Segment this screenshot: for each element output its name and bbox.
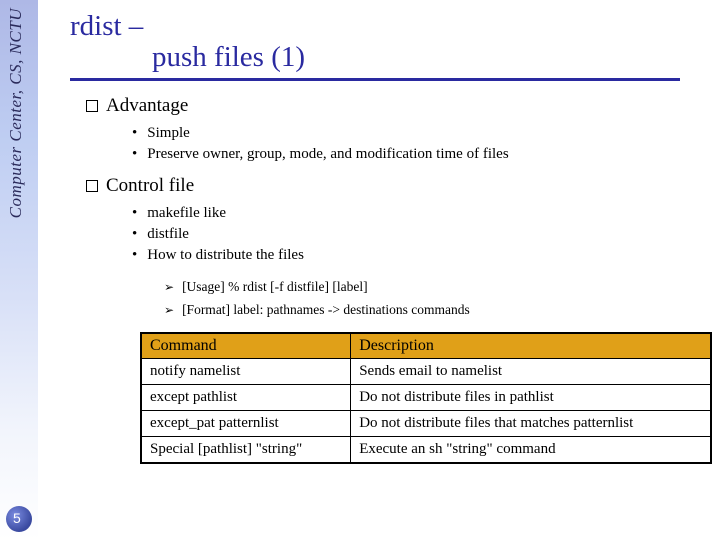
page-number: 5 xyxy=(13,510,21,526)
title-underline xyxy=(70,78,680,81)
slide-title-line1: rdist – xyxy=(70,10,702,43)
list-item: How to distribute the files xyxy=(132,245,702,266)
section-label: Advantage xyxy=(106,95,188,116)
table-cell: Execute an sh "string" command xyxy=(351,436,711,463)
checkbox-icon xyxy=(86,100,98,112)
slide-title-line2: push files (1) xyxy=(152,41,702,74)
section-heading-controlfile: Control file xyxy=(86,175,702,197)
table-row: Special [pathlist] "string" Execute an s… xyxy=(141,436,711,463)
command-table: Command Description notify namelist Send… xyxy=(140,332,712,464)
table-cell: Special [pathlist] "string" xyxy=(141,436,351,463)
table-header-command: Command xyxy=(141,333,351,359)
table-header-description: Description xyxy=(351,333,711,359)
checkbox-icon xyxy=(86,180,98,192)
section-heading-advantage: Advantage xyxy=(86,95,702,117)
table-row: notify namelist Sends email to namelist xyxy=(141,358,711,384)
table-row: except_pat patternlist Do not distribute… xyxy=(141,410,711,436)
table-cell: notify namelist xyxy=(141,358,351,384)
table-cell: Do not distribute files in pathlist xyxy=(351,384,711,410)
list-item: Preserve owner, group, mode, and modific… xyxy=(132,144,702,165)
format-line: [Format] label: pathnames -> destination… xyxy=(164,299,702,322)
table-cell: except pathlist xyxy=(141,384,351,410)
table-cell: except_pat patternlist xyxy=(141,410,351,436)
sidebar: Computer Center, CS, NCTU 5 xyxy=(0,0,38,540)
table-header-row: Command Description xyxy=(141,333,711,359)
table-row: except pathlist Do not distribute files … xyxy=(141,384,711,410)
section-label: Control file xyxy=(106,175,194,196)
list-item: makefile like xyxy=(132,203,702,224)
table-cell: Sends email to namelist xyxy=(351,358,711,384)
table-cell: Do not distribute files that matches pat… xyxy=(351,410,711,436)
sidebar-org-text: Computer Center, CS, NCTU xyxy=(6,8,26,218)
usage-line: [Usage] % rdist [-f distfile] [label] xyxy=(164,276,702,299)
list-item: distfile xyxy=(132,224,702,245)
slide-content: rdist – push files (1) Advantage Simple … xyxy=(70,10,702,464)
list-item: Simple xyxy=(132,123,702,144)
